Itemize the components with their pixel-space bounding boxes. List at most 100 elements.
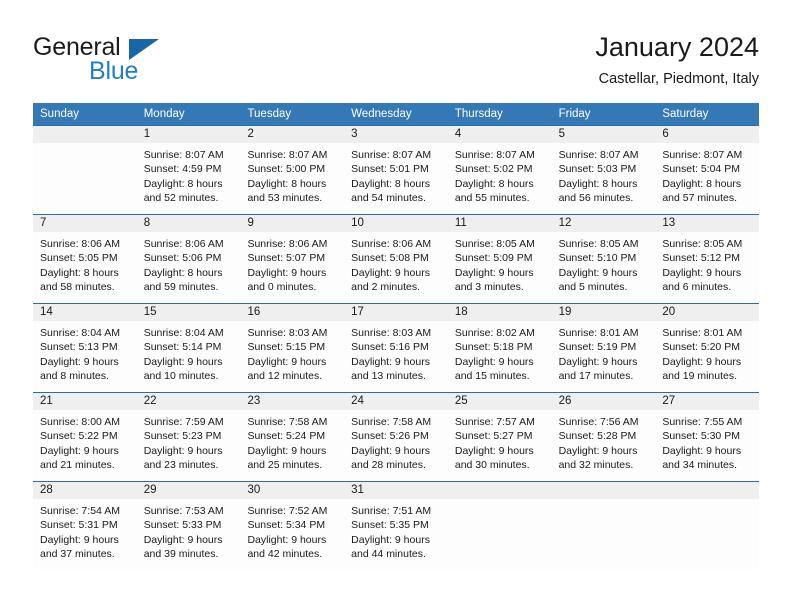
date-number[interactable]: 6 — [655, 126, 759, 143]
daylight-text-line1: Daylight: 9 hours — [454, 355, 534, 368]
date-number[interactable]: 17 — [344, 304, 448, 321]
date-number[interactable]: 1 — [137, 126, 241, 143]
daylight-text-line2: and 39 minutes. — [143, 548, 219, 561]
sunset-text: Sunset: 5:09 PM — [454, 252, 533, 265]
day-cell[interactable]: Sunrise: 7:58 AM Sunset: 5:26 PM Dayligh… — [344, 410, 448, 481]
date-number[interactable]: 31 — [344, 482, 448, 499]
day-cell[interactable]: Sunrise: 8:03 AM Sunset: 5:16 PM Dayligh… — [344, 321, 448, 392]
day-cell[interactable]: Sunrise: 8:07 AM Sunset: 4:59 PM Dayligh… — [137, 143, 241, 214]
day-cell[interactable]: Sunrise: 8:07 AM Sunset: 5:01 PM Dayligh… — [344, 143, 448, 214]
date-number[interactable]: 20 — [655, 304, 759, 321]
sunrise-text: Sunrise: 7:58 AM — [351, 416, 432, 428]
day-cell[interactable]: Sunrise: 7:57 AM Sunset: 5:27 PM Dayligh… — [448, 410, 552, 481]
calendar-week-row: 21 22 23 24 25 26 27 Sunrise: 8:00 AM Su… — [33, 392, 759, 481]
sunset-text: Sunset: 5:26 PM — [351, 430, 429, 443]
sunset-text: Sunset: 5:00 PM — [247, 163, 326, 176]
day-cell[interactable]: Sunrise: 8:04 AM Sunset: 5:14 PM Dayligh… — [137, 321, 241, 392]
day-cell-empty — [552, 499, 656, 570]
day-cell[interactable]: Sunrise: 7:58 AM Sunset: 5:24 PM Dayligh… — [240, 410, 344, 481]
daylight-text-line1: Daylight: 9 hours — [454, 444, 534, 457]
date-number[interactable]: 26 — [552, 393, 656, 410]
daylight-text-line1: Daylight: 9 hours — [143, 533, 223, 546]
day-cell[interactable]: Sunrise: 7:55 AM Sunset: 5:30 PM Dayligh… — [655, 410, 759, 481]
day-cell[interactable]: Sunrise: 7:52 AM Sunset: 5:34 PM Dayligh… — [240, 499, 344, 570]
date-number[interactable]: 2 — [240, 126, 344, 143]
day-cell[interactable]: Sunrise: 8:06 AM Sunset: 5:07 PM Dayligh… — [240, 232, 344, 303]
day-cell[interactable]: Sunrise: 8:07 AM Sunset: 5:00 PM Dayligh… — [240, 143, 344, 214]
day-cell[interactable]: Sunrise: 8:03 AM Sunset: 5:15 PM Dayligh… — [240, 321, 344, 392]
day-cell[interactable]: Sunrise: 7:51 AM Sunset: 5:35 PM Dayligh… — [344, 499, 448, 570]
sunset-text: Sunset: 5:01 PM — [351, 163, 429, 176]
day-cell[interactable]: Sunrise: 8:02 AM Sunset: 5:18 PM Dayligh… — [448, 321, 552, 392]
day-cell[interactable]: Sunrise: 8:07 AM Sunset: 5:02 PM Dayligh… — [448, 143, 552, 214]
week-date-number-band: 28 29 30 31 — [33, 482, 759, 499]
brand-name-blue: Blue — [89, 57, 139, 85]
weekday-header-saturday: Saturday — [662, 108, 709, 120]
daylight-text-line1: Daylight: 8 hours — [143, 266, 223, 279]
date-number[interactable]: 3 — [344, 126, 448, 143]
day-cell[interactable]: Sunrise: 8:05 AM Sunset: 5:09 PM Dayligh… — [448, 232, 552, 303]
daylight-text-line1: Daylight: 8 hours — [558, 177, 638, 190]
brand-logo[interactable]: General Blue — [33, 33, 233, 89]
date-number[interactable]: 13 — [655, 215, 759, 232]
daylight-text-line2: and 23 minutes. — [143, 459, 219, 472]
sunset-text: Sunset: 5:08 PM — [351, 252, 429, 265]
sunrise-text: Sunrise: 8:07 AM — [143, 149, 224, 161]
day-cell[interactable]: Sunrise: 8:01 AM Sunset: 5:19 PM Dayligh… — [552, 321, 656, 392]
sunrise-text: Sunrise: 8:07 AM — [454, 149, 535, 161]
date-number[interactable]: 15 — [137, 304, 241, 321]
day-cell[interactable]: Sunrise: 8:01 AM Sunset: 5:20 PM Dayligh… — [655, 321, 759, 392]
day-cell[interactable]: Sunrise: 8:07 AM Sunset: 5:03 PM Dayligh… — [552, 143, 656, 214]
daylight-text-line1: Daylight: 9 hours — [454, 266, 534, 279]
date-number[interactable]: 7 — [33, 215, 137, 232]
sunset-text: Sunset: 4:59 PM — [143, 163, 222, 176]
day-cell[interactable]: Sunrise: 7:53 AM Sunset: 5:33 PM Dayligh… — [137, 499, 241, 570]
date-number[interactable]: 11 — [448, 215, 552, 232]
daylight-text-line2: and 8 minutes. — [40, 370, 109, 383]
date-number[interactable] — [33, 126, 137, 143]
sunset-text: Sunset: 5:18 PM — [454, 341, 533, 354]
date-number[interactable]: 24 — [344, 393, 448, 410]
date-number[interactable]: 5 — [552, 126, 656, 143]
day-cell[interactable]: Sunrise: 7:56 AM Sunset: 5:28 PM Dayligh… — [552, 410, 656, 481]
date-number[interactable]: 22 — [137, 393, 241, 410]
date-number[interactable]: 30 — [240, 482, 344, 499]
daylight-text-line2: and 42 minutes. — [247, 548, 323, 561]
daylight-text-line2: and 25 minutes. — [247, 459, 323, 472]
date-number[interactable]: 16 — [240, 304, 344, 321]
date-number[interactable]: 18 — [448, 304, 552, 321]
date-number[interactable]: 10 — [344, 215, 448, 232]
day-cell[interactable]: Sunrise: 7:54 AM Sunset: 5:31 PM Dayligh… — [33, 499, 137, 570]
date-number[interactable]: 19 — [552, 304, 656, 321]
sunrise-text: Sunrise: 8:03 AM — [247, 327, 328, 339]
date-number[interactable]: 12 — [552, 215, 656, 232]
day-cell[interactable]: Sunrise: 8:05 AM Sunset: 5:10 PM Dayligh… — [552, 232, 656, 303]
calendar-week-row: 7 8 9 10 11 12 13 Sunrise: 8:06 AM Sunse… — [33, 214, 759, 303]
day-cell[interactable]: Sunrise: 8:04 AM Sunset: 5:13 PM Dayligh… — [33, 321, 137, 392]
title-block: January 2024 Castellar, Piedmont, Italy — [595, 30, 759, 90]
date-number[interactable]: 8 — [137, 215, 241, 232]
date-number[interactable]: 14 — [33, 304, 137, 321]
sunrise-text: Sunrise: 8:06 AM — [351, 238, 432, 250]
weekday-header-tuesday: Tuesday — [247, 108, 292, 120]
date-number[interactable]: 27 — [655, 393, 759, 410]
sunrise-text: Sunrise: 8:00 AM — [40, 416, 120, 428]
day-cell[interactable]: Sunrise: 8:05 AM Sunset: 5:12 PM Dayligh… — [655, 232, 759, 303]
day-cell[interactable]: Sunrise: 7:59 AM Sunset: 5:23 PM Dayligh… — [137, 410, 241, 481]
date-number[interactable]: 29 — [137, 482, 241, 499]
day-cell[interactable]: Sunrise: 8:06 AM Sunset: 5:05 PM Dayligh… — [33, 232, 137, 303]
day-cell[interactable]: Sunrise: 8:06 AM Sunset: 5:06 PM Dayligh… — [137, 232, 241, 303]
date-number[interactable]: 28 — [33, 482, 137, 499]
date-number[interactable]: 21 — [33, 393, 137, 410]
date-number[interactable]: 25 — [448, 393, 552, 410]
day-cell[interactable]: Sunrise: 8:06 AM Sunset: 5:08 PM Dayligh… — [344, 232, 448, 303]
date-number[interactable]: 4 — [448, 126, 552, 143]
date-number[interactable]: 9 — [240, 215, 344, 232]
calendar-page: General Blue January 2024 Castellar, Pie… — [0, 0, 792, 612]
week-detail-band: Sunrise: 8:04 AM Sunset: 5:13 PM Dayligh… — [33, 321, 759, 392]
day-cell[interactable]: Sunrise: 8:07 AM Sunset: 5:04 PM Dayligh… — [655, 143, 759, 214]
day-cell[interactable]: Sunrise: 8:00 AM Sunset: 5:22 PM Dayligh… — [33, 410, 137, 481]
sunrise-text: Sunrise: 8:06 AM — [143, 238, 224, 250]
sunset-text: Sunset: 5:27 PM — [454, 430, 533, 443]
date-number[interactable]: 23 — [240, 393, 344, 410]
